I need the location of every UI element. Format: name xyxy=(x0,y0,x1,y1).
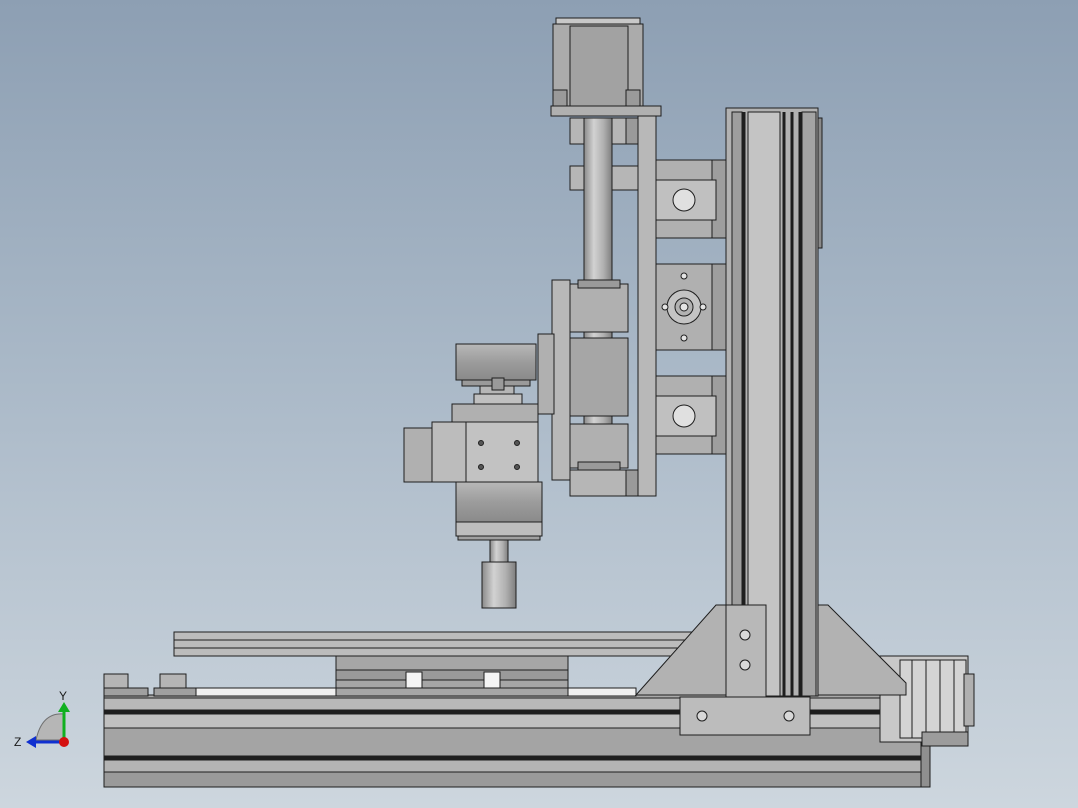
spindle-body xyxy=(455,481,543,609)
worktable-carriage xyxy=(335,654,569,697)
z-slider-blocks xyxy=(569,279,629,471)
z-axis-stepper-motor xyxy=(550,17,662,117)
cad-viewport[interactable]: Y Z xyxy=(0,0,1078,808)
x-bearing-block-middle xyxy=(655,263,727,351)
column-gusset-right xyxy=(817,604,907,696)
spindle-cap xyxy=(451,343,539,423)
coordinate-triad: Y Z xyxy=(14,689,70,749)
worktable-plate xyxy=(173,631,695,657)
x-bearing-block-top xyxy=(655,159,727,239)
y-axis-stepper-motor xyxy=(879,655,975,747)
z-axis-label: Z xyxy=(14,735,21,749)
x-axis-dot xyxy=(59,737,69,747)
y-axis-label: Y xyxy=(59,689,67,703)
x-bearing-block-bottom xyxy=(655,375,727,455)
cnc-machine-model: Y Z xyxy=(14,17,975,788)
